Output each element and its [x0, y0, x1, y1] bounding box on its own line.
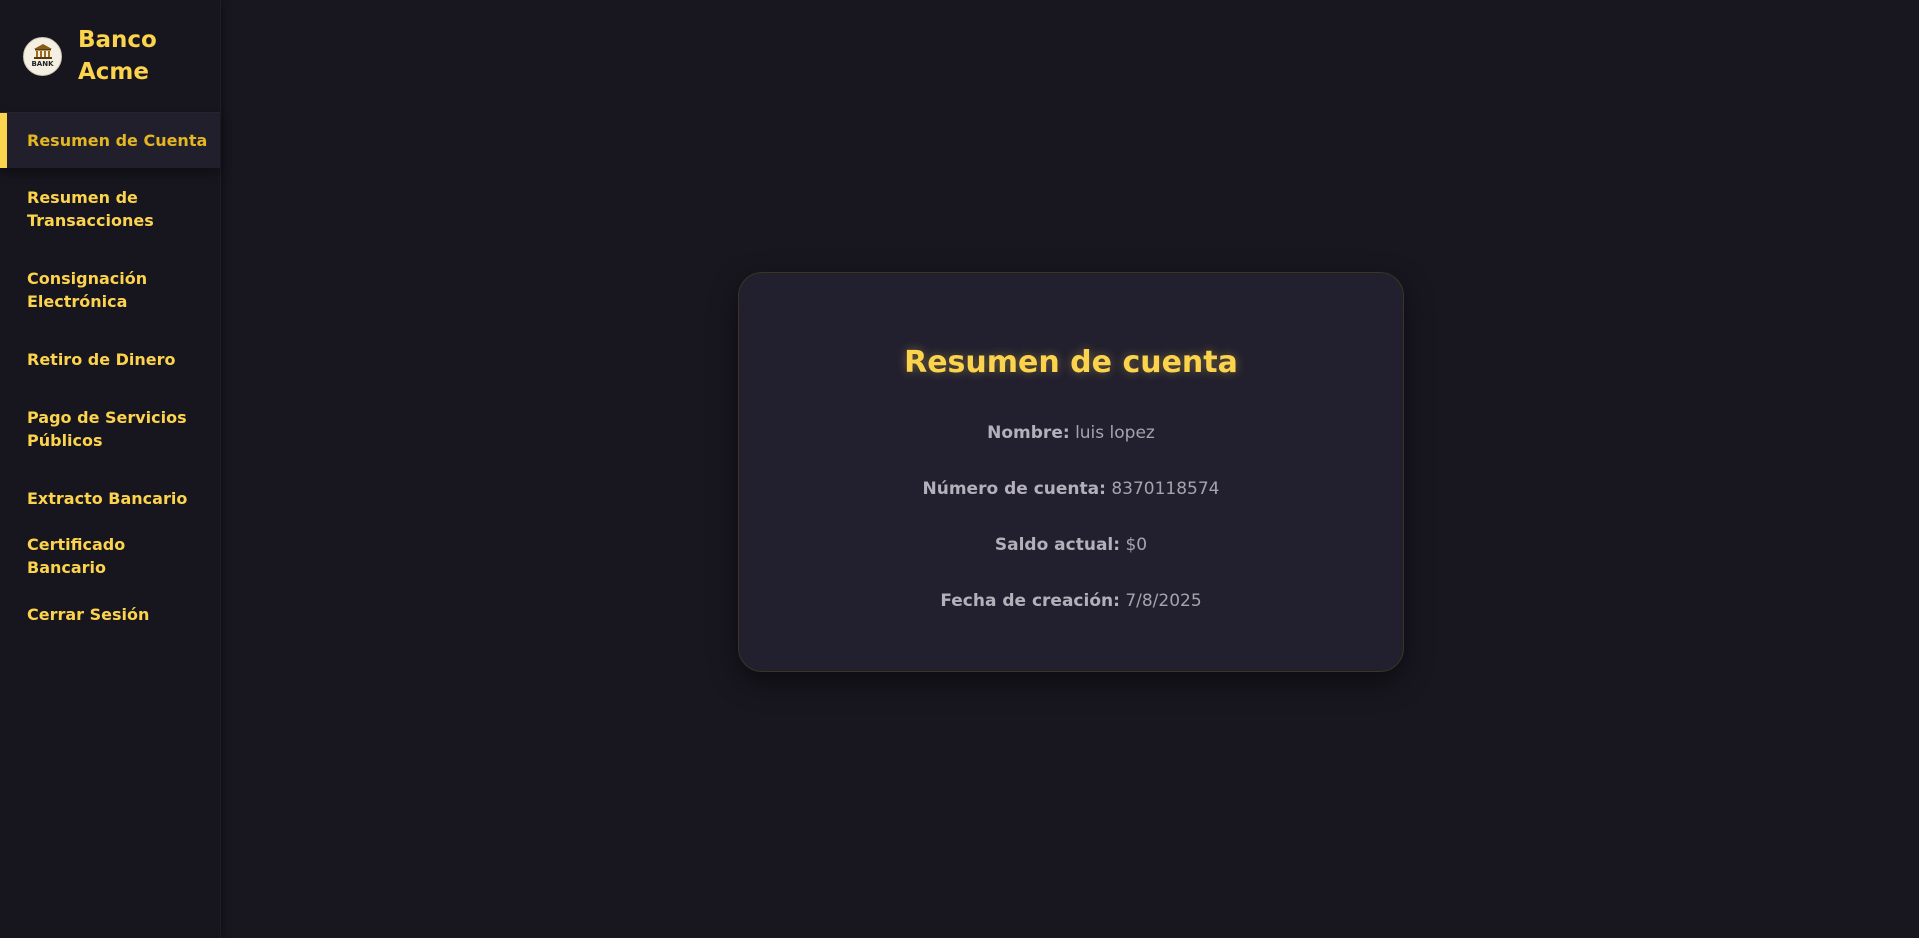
sidebar-item-label: Consignación Electrónica	[27, 268, 148, 311]
sidebar-item-extracto-bancario[interactable]: Extracto Bancario	[0, 469, 220, 527]
field-value: 7/8/2025	[1125, 591, 1202, 611]
sidebar-item-cerrar-sesion[interactable]: Cerrar Sesión	[0, 585, 220, 643]
account-details: Nombre: luis lopez Número de cuenta: 837…	[739, 421, 1403, 613]
field-fecha-de-creacion: Fecha de creación: 7/8/2025	[739, 589, 1403, 613]
sidebar-item-consignacion-electronica[interactable]: Consignación Electrónica	[0, 249, 220, 330]
field-label: Saldo actual:	[994, 535, 1121, 555]
logo-text: BANK	[31, 60, 54, 68]
sidebar-item-label: Cerrar Sesión	[27, 604, 150, 624]
sidebar-nav: Resumen de Cuenta Resumen de Transaccion…	[0, 113, 220, 643]
sidebar-item-pago-de-servicios-publicos[interactable]: Pago de Servicios Públicos	[0, 388, 220, 469]
sidebar-item-retiro-de-dinero[interactable]: Retiro de Dinero	[0, 330, 220, 388]
sidebar: BANK Banco Acme Resumen de Cuenta Resume…	[0, 0, 221, 938]
field-numero-de-cuenta: Número de cuenta: 8370118574	[739, 477, 1403, 501]
field-value: 8370118574	[1111, 479, 1220, 499]
brand: BANK Banco Acme	[0, 0, 220, 113]
sidebar-item-label: Pago de Servicios Públicos	[27, 407, 187, 450]
sidebar-item-label: Resumen de Transacciones	[27, 187, 154, 230]
sidebar-item-label: Resumen de Cuenta	[27, 131, 208, 150]
sidebar-item-label: Retiro de Dinero	[27, 349, 176, 369]
field-value: $0	[1125, 535, 1148, 555]
app: BANK Banco Acme Resumen de Cuenta Resume…	[0, 0, 1919, 938]
field-label: Número de cuenta:	[922, 479, 1106, 499]
sidebar-item-resumen-de-transacciones[interactable]: Resumen de Transacciones	[0, 168, 220, 249]
field-nombre: Nombre: luis lopez	[739, 421, 1403, 445]
sidebar-item-label: Certificado Bancario	[27, 535, 126, 577]
sidebar-item-label: Extracto Bancario	[27, 488, 188, 508]
field-label: Nombre:	[987, 423, 1070, 443]
sidebar-item-resumen-de-cuenta[interactable]: Resumen de Cuenta	[0, 113, 220, 168]
field-value: luis lopez	[1075, 423, 1155, 443]
field-saldo-actual: Saldo actual: $0	[739, 533, 1403, 557]
sidebar-item-certificado-bancario[interactable]: Certificado Bancario	[0, 527, 220, 585]
card-title: Resumen de cuenta	[904, 345, 1238, 380]
brand-name: Banco Acme	[78, 27, 157, 85]
field-label: Fecha de creación:	[940, 591, 1120, 611]
bank-logo-icon: BANK	[23, 36, 62, 76]
bank-building-icon	[33, 44, 52, 59]
account-summary-card: Resumen de cuenta Nombre: luis lopez Núm…	[738, 272, 1404, 672]
main-content: Resumen de cuenta Nombre: luis lopez Núm…	[221, 0, 1919, 938]
